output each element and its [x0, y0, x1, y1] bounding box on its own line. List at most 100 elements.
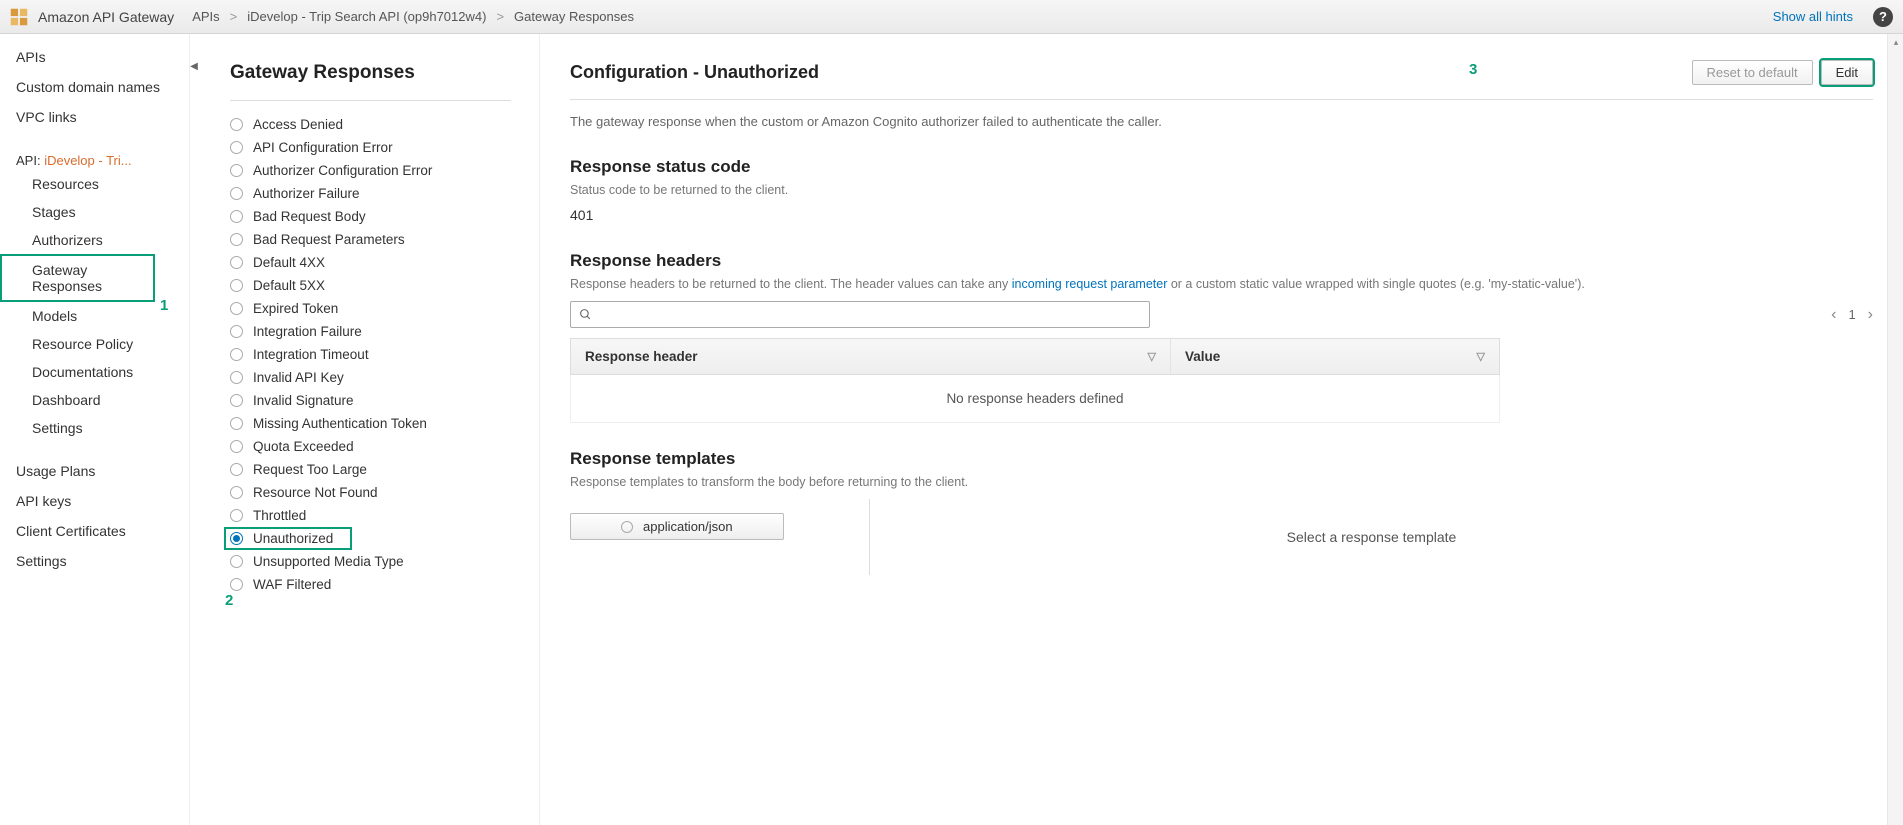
gateway-response-label: Bad Request Parameters — [253, 232, 405, 247]
gateway-response-item[interactable]: API Configuration Error — [230, 136, 511, 159]
gateway-response-label: Missing Authentication Token — [253, 416, 427, 431]
gateway-response-item[interactable]: Integration Failure — [230, 320, 511, 343]
gateway-responses-title: Gateway Responses — [230, 62, 511, 84]
radio-icon — [230, 440, 243, 453]
gateway-response-item[interactable]: Quota Exceeded — [230, 435, 511, 458]
template-option-application-json[interactable]: application/json — [570, 513, 784, 540]
sidebar-item-client-certificates[interactable]: Client Certificates — [0, 516, 189, 546]
sidebar-item-gateway-responses[interactable]: Gateway Responses — [0, 254, 155, 302]
sidebar-item-documentations[interactable]: Documentations — [0, 358, 189, 386]
radio-icon — [230, 256, 243, 269]
gateway-response-item[interactable]: Authorizer Configuration Error — [230, 159, 511, 182]
radio-icon — [230, 233, 243, 246]
sort-icon: ▽ — [1477, 350, 1485, 363]
sidebar-item-api-keys[interactable]: API keys — [0, 486, 189, 516]
th-response-header[interactable]: Response header ▽ — [571, 339, 1171, 374]
sidebar-item-vpc-links[interactable]: VPC links — [0, 102, 189, 132]
gateway-response-item[interactable]: Bad Request Body — [230, 205, 511, 228]
status-code-sub: Status code to be returned to the client… — [570, 183, 1873, 197]
sidebar-api-name[interactable]: iDevelop - Tri... — [44, 153, 131, 168]
sidebar-item-resource-policy[interactable]: Resource Policy — [0, 330, 189, 358]
sidebar-item-apis[interactable]: APIs — [0, 42, 189, 72]
sidebar-collapse-handle[interactable]: ◀ — [189, 56, 199, 76]
response-headers-empty: No response headers defined — [570, 375, 1500, 423]
help-icon[interactable]: ? — [1873, 7, 1893, 27]
radio-icon — [230, 486, 243, 499]
gateway-response-item[interactable]: Expired Token — [230, 297, 511, 320]
gateway-response-item[interactable]: Unauthorized — [224, 527, 352, 550]
gateway-response-item[interactable]: Resource Not Found — [230, 481, 511, 504]
template-prompt: Select a response template — [870, 499, 1873, 575]
radio-icon — [230, 417, 243, 430]
sort-icon: ▽ — [1148, 350, 1156, 363]
radio-icon — [230, 348, 243, 361]
gateway-response-item[interactable]: Missing Authentication Token — [230, 412, 511, 435]
edit-button[interactable]: Edit — [1821, 60, 1873, 85]
gateway-response-label: Expired Token — [253, 301, 338, 316]
sidebar-item-custom-domain-names[interactable]: Custom domain names — [0, 72, 189, 102]
configuration-description: The gateway response when the custom or … — [570, 114, 1873, 129]
annotation-2: 2 — [225, 592, 233, 609]
response-headers-heading: Response headers — [570, 251, 1873, 271]
gateway-response-item[interactable]: Access Denied — [230, 113, 511, 136]
reset-to-default-button[interactable]: Reset to default — [1692, 60, 1813, 85]
sidebar-item-api-settings[interactable]: Settings — [0, 414, 189, 442]
gateway-response-item[interactable]: Unsupported Media Type — [230, 550, 511, 573]
sidebar-item-authorizers[interactable]: Authorizers — [0, 226, 189, 254]
gateway-response-item[interactable]: Request Too Large — [230, 458, 511, 481]
radio-icon — [230, 371, 243, 384]
gateway-response-item[interactable]: WAF Filtered — [230, 573, 511, 596]
radio-icon — [230, 555, 243, 568]
gateway-response-item[interactable]: Integration Timeout — [230, 343, 511, 366]
radio-icon — [230, 210, 243, 223]
gateway-response-label: Unsupported Media Type — [253, 554, 404, 569]
status-code-value: 401 — [570, 207, 1873, 223]
gateway-response-label: API Configuration Error — [253, 140, 393, 155]
pager-prev-icon[interactable]: ‹ — [1831, 306, 1836, 324]
annotation-3: 3 — [1469, 61, 1477, 78]
gateway-response-item[interactable]: Default 5XX — [230, 274, 511, 297]
scroll-up-icon[interactable]: ▴ — [1888, 34, 1903, 51]
aws-service-icon — [8, 6, 30, 28]
gateway-response-item[interactable]: Bad Request Parameters — [230, 228, 511, 251]
sidebar-item-resources[interactable]: Resources — [0, 170, 189, 198]
headers-search-box[interactable] — [570, 301, 1150, 328]
breadcrumb-api[interactable]: iDevelop - Trip Search API (op9h7012w4) — [247, 9, 486, 24]
sidebar-item-settings[interactable]: Settings — [0, 546, 189, 576]
gateway-response-label: Throttled — [253, 508, 306, 523]
annotation-1: 1 — [160, 297, 168, 314]
pager-next-icon[interactable]: › — [1868, 306, 1873, 324]
gateway-response-label: Integration Timeout — [253, 347, 369, 362]
gateway-response-item[interactable]: Invalid API Key — [230, 366, 511, 389]
breadcrumb-apis[interactable]: APIs — [192, 9, 219, 24]
configuration-title: Configuration - Unauthorized — [570, 62, 819, 83]
gateway-responses-list: Access Denied API Configuration Error Auth… — [230, 113, 511, 596]
scrollbar[interactable]: ▴ — [1887, 34, 1903, 825]
gateway-response-label: Default 5XX — [253, 278, 325, 293]
radio-icon — [230, 463, 243, 476]
gateway-response-label: Invalid API Key — [253, 370, 344, 385]
radio-icon — [230, 325, 243, 338]
headers-search-input[interactable] — [598, 307, 1141, 322]
radio-icon — [230, 509, 243, 522]
gateway-response-item[interactable]: Authorizer Failure — [230, 182, 511, 205]
gateway-response-label: Authorizer Failure — [253, 186, 360, 201]
sidebar-item-usage-plans[interactable]: Usage Plans — [0, 456, 189, 486]
gateway-response-label: Invalid Signature — [253, 393, 354, 408]
gateway-response-label: Unauthorized — [253, 531, 333, 546]
breadcrumb-separator: > — [230, 9, 238, 24]
search-icon — [579, 308, 592, 321]
gateway-response-label: Default 4XX — [253, 255, 325, 270]
gateway-response-item[interactable]: Default 4XX — [230, 251, 511, 274]
gateway-response-label: Authorizer Configuration Error — [253, 163, 432, 178]
sidebar-item-dashboard[interactable]: Dashboard — [0, 386, 189, 414]
sidebar-item-stages[interactable]: Stages — [0, 198, 189, 226]
gateway-response-label: Quota Exceeded — [253, 439, 354, 454]
gateway-response-item[interactable]: Throttled — [230, 504, 511, 527]
gateway-response-item[interactable]: Invalid Signature — [230, 389, 511, 412]
incoming-request-parameter-link[interactable]: incoming request parameter — [1012, 277, 1168, 291]
radio-icon — [621, 521, 633, 533]
th-value[interactable]: Value ▽ — [1171, 339, 1499, 374]
show-hints-link[interactable]: Show all hints — [1773, 9, 1853, 24]
radio-icon — [230, 187, 243, 200]
